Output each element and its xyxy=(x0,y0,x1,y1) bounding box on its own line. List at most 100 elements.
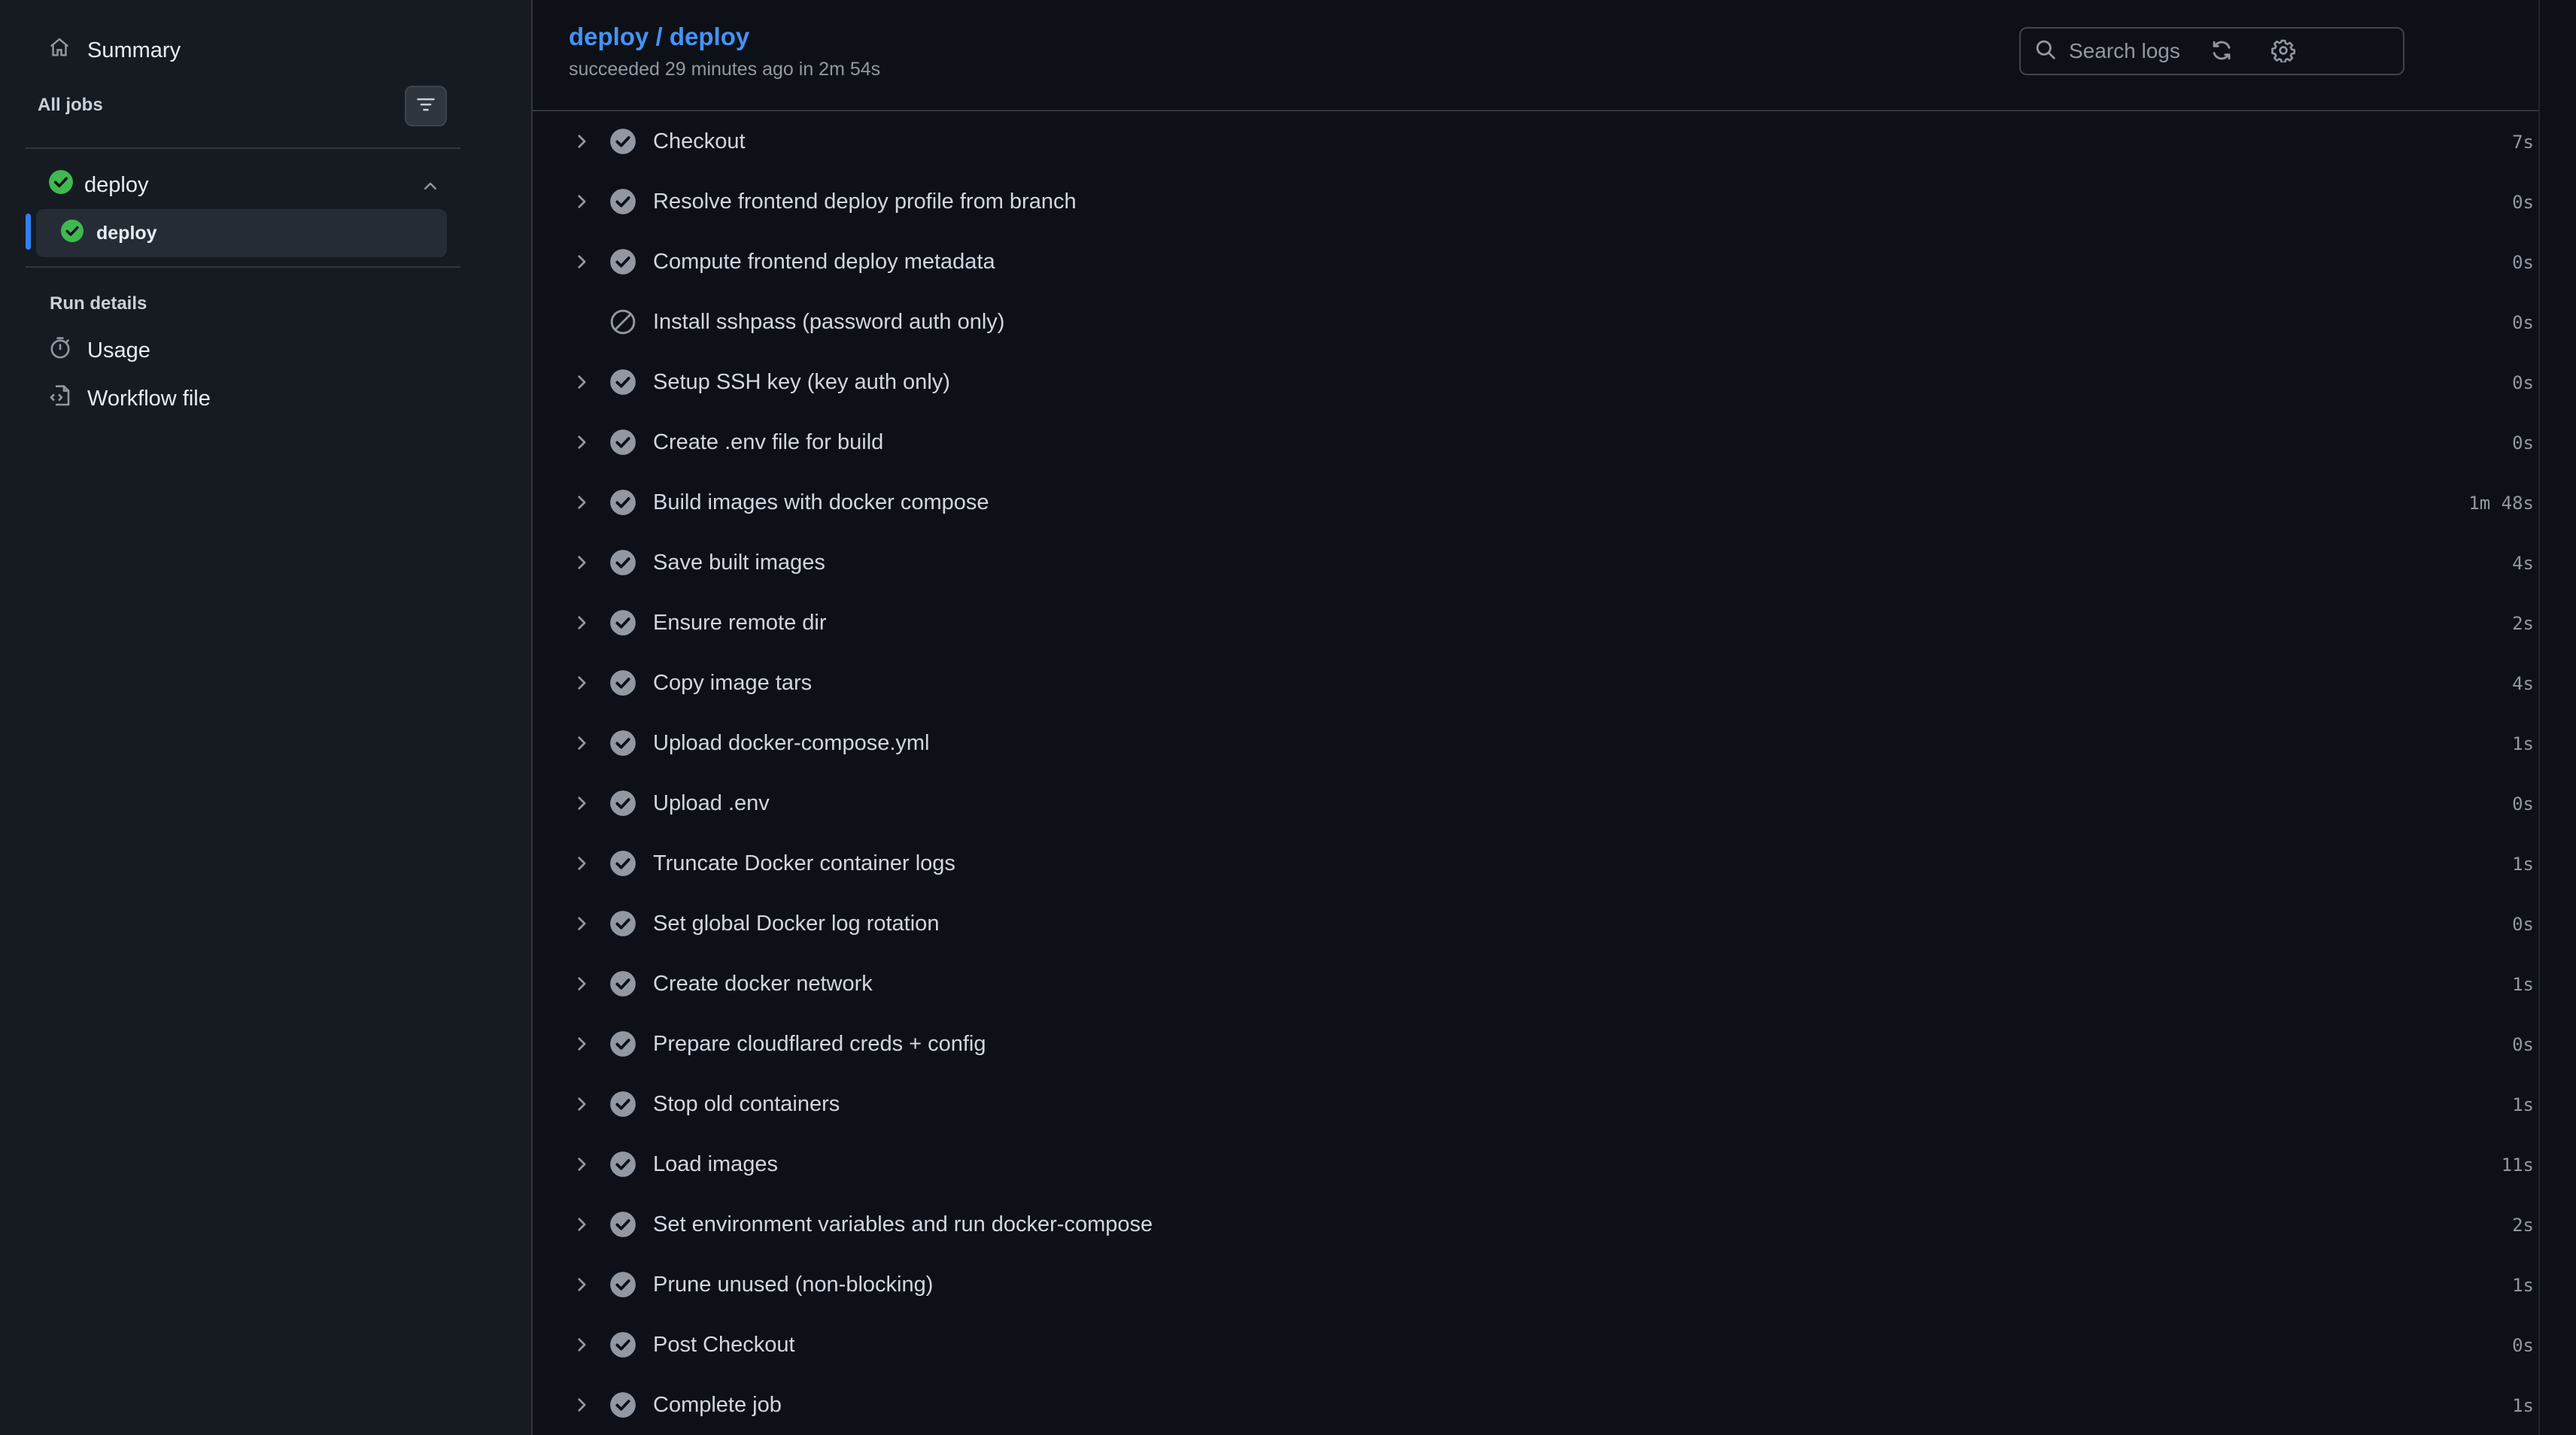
job-group-deploy[interactable]: deploy xyxy=(48,168,447,202)
step-row[interactable]: Prepare cloudflared creds + config 0s xyxy=(533,1014,2534,1074)
gear-icon xyxy=(2271,38,2295,66)
step-name: Compute frontend deploy metadata xyxy=(653,250,995,274)
step-duration: 1s xyxy=(2512,974,2534,995)
step-name: Prune unused (non-blocking) xyxy=(653,1273,934,1297)
step-name: Copy image tars xyxy=(653,671,813,695)
scrollbar[interactable] xyxy=(2538,0,2549,1435)
chevron-right-icon[interactable] xyxy=(572,132,591,151)
check-circle-icon xyxy=(609,970,636,997)
chevron-right-icon[interactable] xyxy=(572,854,591,873)
chevron-right-icon[interactable] xyxy=(572,553,591,572)
chevron-right-icon[interactable] xyxy=(572,1094,591,1114)
success-check-icon xyxy=(48,169,74,201)
chevron-right-icon[interactable] xyxy=(572,1034,591,1054)
sidebar-summary-link[interactable]: Summary xyxy=(48,36,181,65)
filter-button[interactable] xyxy=(405,86,447,126)
chevron-right-icon[interactable] xyxy=(572,673,591,693)
job-item-deploy[interactable]: deploy xyxy=(36,209,447,257)
chevron-right-icon[interactable] xyxy=(572,493,591,512)
check-circle-icon xyxy=(609,1030,636,1057)
step-duration: 1s xyxy=(2512,733,2534,754)
step-row[interactable]: Upload .env 0s xyxy=(533,773,2534,833)
step-row[interactable]: Install sshpass (password auth only) 0s xyxy=(533,292,2534,352)
step-row[interactable]: Resolve frontend deploy profile from bra… xyxy=(533,171,2534,232)
job-title[interactable]: deploy / deploy xyxy=(569,23,749,51)
check-circle-icon xyxy=(609,1331,636,1358)
step-name: Save built images xyxy=(653,551,825,575)
chevron-right-icon[interactable] xyxy=(572,192,591,211)
chevron-right-icon[interactable] xyxy=(572,1154,591,1174)
check-circle-icon xyxy=(609,369,636,396)
check-circle-icon xyxy=(609,850,636,877)
check-circle-icon xyxy=(609,609,636,636)
step-row[interactable]: Truncate Docker container logs 1s xyxy=(533,833,2534,893)
step-duration: 1m 48s xyxy=(2468,493,2534,514)
step-name: Prepare cloudflared creds + config xyxy=(653,1032,986,1056)
job-status-subtitle: succeeded 29 minutes ago in 2m 54s xyxy=(569,59,881,80)
step-duration: 0s xyxy=(2512,793,2534,815)
step-duration: 1s xyxy=(2512,854,2534,875)
step-row[interactable]: Stop old containers 1s xyxy=(533,1074,2534,1134)
chevron-right-icon[interactable] xyxy=(572,252,591,272)
step-row[interactable]: Copy image tars 4s xyxy=(533,653,2534,713)
all-jobs-heading: All jobs xyxy=(38,95,103,115)
step-row[interactable]: Prune unused (non-blocking) 1s xyxy=(533,1254,2534,1315)
step-row[interactable]: Set global Docker log rotation 0s xyxy=(533,893,2534,954)
step-row[interactable]: Create docker network 1s xyxy=(533,954,2534,1014)
chevron-right-icon[interactable] xyxy=(572,432,591,452)
chevron-right-icon[interactable] xyxy=(572,793,591,813)
chevron-right-icon[interactable] xyxy=(572,372,591,392)
sidebar-link-workflow-file[interactable]: Workflow file xyxy=(48,384,211,414)
step-duration: 2s xyxy=(2512,1215,2534,1236)
step-row[interactable]: Build images with docker compose 1m 48s xyxy=(533,472,2534,532)
workflow-file-label: Workflow file xyxy=(87,386,211,411)
filter-icon xyxy=(415,94,436,119)
sidebar: Summary All jobs deploy deploy Run detai… xyxy=(0,0,533,1435)
chevron-right-icon[interactable] xyxy=(572,1395,591,1415)
step-name: Checkout xyxy=(653,129,746,153)
chevron-up-icon[interactable] xyxy=(421,176,439,201)
step-name: Set global Docker log rotation xyxy=(653,912,940,936)
chevron-right-icon[interactable] xyxy=(572,1275,591,1294)
step-duration: 1s xyxy=(2512,1094,2534,1115)
chevron-right-icon[interactable] xyxy=(572,1335,591,1355)
workflow-file-icon xyxy=(48,384,72,414)
chevron-right-icon[interactable] xyxy=(572,1215,591,1234)
step-name: Resolve frontend deploy profile from bra… xyxy=(653,190,1077,214)
step-row[interactable]: Ensure remote dir 2s xyxy=(533,593,2534,653)
step-row[interactable]: Create .env file for build 0s xyxy=(533,412,2534,472)
chevron-right-icon[interactable] xyxy=(572,974,591,994)
step-duration: 0s xyxy=(2512,372,2534,393)
check-circle-icon xyxy=(609,1091,636,1118)
step-row[interactable]: Load images 11s xyxy=(533,1134,2534,1194)
step-row[interactable]: Compute frontend deploy metadata 0s xyxy=(533,232,2534,292)
step-duration: 4s xyxy=(2512,553,2534,574)
step-row[interactable]: Setup SSH key (key auth only) 0s xyxy=(533,352,2534,412)
chevron-right-icon[interactable] xyxy=(572,613,591,633)
check-circle-icon xyxy=(609,128,636,155)
step-duration: 0s xyxy=(2512,192,2534,213)
settings-button[interactable] xyxy=(2265,33,2302,71)
chevron-right-icon[interactable] xyxy=(572,914,591,933)
step-row[interactable]: Upload docker-compose.yml 1s xyxy=(533,713,2534,773)
sidebar-link-usage[interactable]: Usage xyxy=(48,335,150,366)
step-name: Setup SSH key (key auth only) xyxy=(653,370,950,394)
step-row[interactable]: Set environment variables and run docker… xyxy=(533,1194,2534,1254)
step-row[interactable]: Checkout 7s xyxy=(533,111,2534,171)
stopwatch-icon xyxy=(48,335,72,366)
job-group-label: deploy xyxy=(84,172,149,197)
run-details-heading: Run details xyxy=(50,293,147,314)
success-check-icon xyxy=(60,219,84,248)
job-item-label: deploy xyxy=(96,222,157,244)
chevron-right-icon[interactable] xyxy=(572,733,591,753)
step-name: Install sshpass (password auth only) xyxy=(653,310,1005,334)
step-duration: 0s xyxy=(2512,914,2534,935)
home-icon xyxy=(48,36,71,65)
step-name: Upload .env xyxy=(653,791,770,815)
step-row[interactable]: Save built images 4s xyxy=(533,532,2534,593)
refresh-button[interactable] xyxy=(2203,33,2240,71)
step-row[interactable]: Complete job 1s xyxy=(533,1375,2534,1435)
step-name: Create .env file for build xyxy=(653,430,884,454)
step-row[interactable]: Post Checkout 0s xyxy=(533,1315,2534,1375)
job-header: deploy / deploy succeeded 29 minutes ago… xyxy=(533,0,2549,111)
